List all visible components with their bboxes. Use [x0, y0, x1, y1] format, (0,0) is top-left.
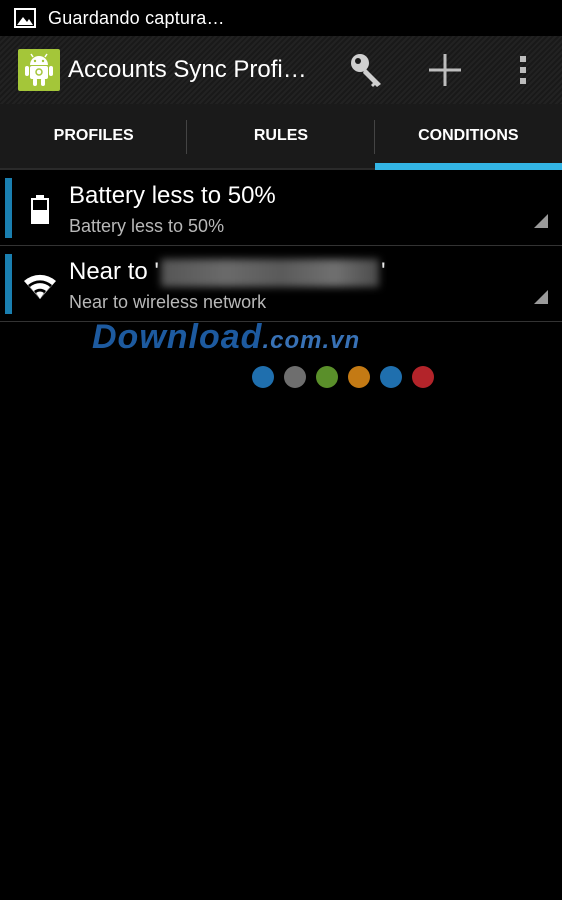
- tab-profiles[interactable]: PROFILES: [0, 104, 188, 168]
- condition-subtitle: Battery less to 50%: [69, 216, 225, 236]
- android-icon[interactable]: [18, 49, 60, 91]
- tab-label: CONDITIONS: [418, 127, 519, 144]
- watermark-main: Download: [92, 318, 263, 356]
- add-button[interactable]: [406, 36, 484, 104]
- watermark-suffix: .com.vn: [262, 327, 361, 354]
- watermark-dots: [252, 366, 434, 388]
- condition-title-prefix: Near to ': [69, 258, 159, 285]
- expand-corner-icon[interactable]: [534, 214, 548, 228]
- expand-corner-icon[interactable]: [534, 290, 548, 304]
- condition-subtitle: Near to wireless network: [69, 292, 267, 312]
- status-notification-text: Guardando captura…: [48, 7, 225, 28]
- condition-item-wifi[interactable]: Near to ' ' Near to wireless network: [0, 246, 562, 322]
- watermark-dot: [348, 366, 370, 388]
- image-icon: [14, 8, 36, 28]
- app-title: Accounts Sync Profi…: [68, 56, 307, 83]
- tab-bar: PROFILES RULES CONDITIONS: [0, 104, 562, 170]
- conditions-list: Battery less to 50% Battery less to 50% …: [0, 170, 562, 322]
- redacted-network-name: [160, 258, 379, 287]
- condition-title: Near to ' ': [69, 258, 386, 287]
- watermark-dot: [380, 366, 402, 388]
- screen: Guardando captura… Accounts Sync Profi…: [0, 0, 562, 900]
- key-icon: [351, 54, 381, 87]
- condition-item-battery[interactable]: Battery less to 50% Battery less to 50%: [0, 170, 562, 246]
- condition-indicator-bar: [5, 178, 12, 238]
- condition-indicator-bar: [5, 254, 12, 314]
- overflow-menu-button[interactable]: [484, 36, 562, 104]
- battery-icon: [22, 192, 58, 228]
- overflow-menu-icon: [520, 56, 526, 84]
- watermark-dot: [316, 366, 338, 388]
- watermark-dot: [284, 366, 306, 388]
- tab-rules[interactable]: RULES: [187, 104, 375, 168]
- tab-label: PROFILES: [53, 127, 134, 144]
- key-button[interactable]: [328, 36, 406, 104]
- watermark-dot: [252, 366, 274, 388]
- wifi-icon: [22, 268, 58, 304]
- add-icon: [429, 54, 461, 86]
- tab-label: RULES: [253, 127, 309, 144]
- status-bar: Guardando captura…: [0, 0, 562, 36]
- action-bar: Accounts Sync Profi…: [0, 36, 562, 104]
- action-bar-actions: [328, 36, 562, 104]
- watermark-dot: [412, 366, 434, 388]
- tab-conditions[interactable]: CONDITIONS: [374, 104, 562, 170]
- watermark-logo: Download.com.vn: [92, 318, 360, 357]
- condition-title: Battery less to 50%: [69, 182, 276, 209]
- condition-title-suffix: ': [380, 258, 386, 285]
